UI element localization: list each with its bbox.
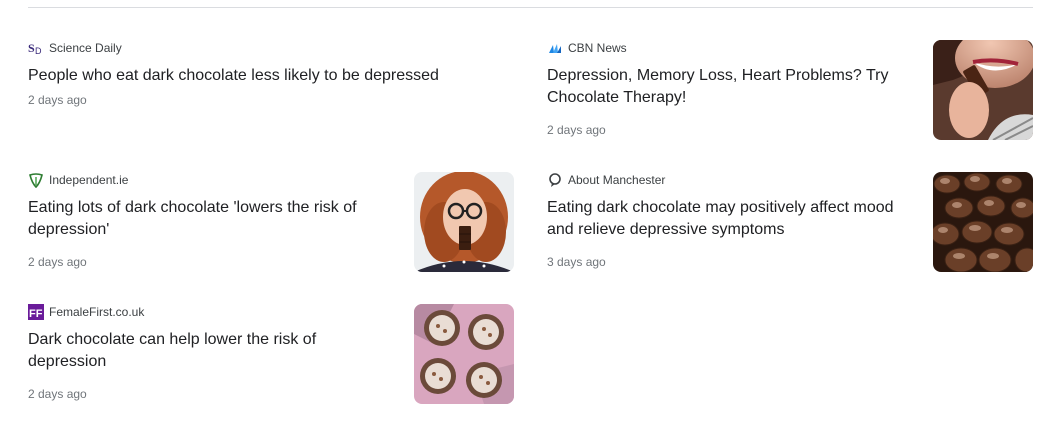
- article-thumbnail[interactable]: [933, 172, 1033, 272]
- red-haired-woman-with-chocolate-photo: [414, 172, 514, 272]
- source-name: FemaleFirst.co.uk: [49, 305, 145, 319]
- news-article-card[interactable]: SD Science Daily People who eat dark cho…: [28, 40, 498, 108]
- article-source: CBN News: [547, 40, 907, 56]
- source-name: Independent.ie: [49, 173, 129, 187]
- source-name: Science Daily: [49, 41, 122, 55]
- article-headline[interactable]: Eating dark chocolate may positively aff…: [547, 197, 917, 241]
- article-timestamp: 2 days ago: [547, 123, 606, 137]
- svg-text:FF: FF: [29, 308, 43, 320]
- article-thumbnail[interactable]: [414, 172, 514, 272]
- news-article-card[interactable]: About Manchester Eating dark chocolate m…: [547, 172, 917, 270]
- article-headline[interactable]: People who eat dark chocolate less likel…: [28, 65, 498, 87]
- svg-text:S: S: [28, 41, 35, 55]
- article-source: SD Science Daily: [28, 40, 498, 56]
- news-article-card[interactable]: FF FemaleFirst.co.uk Dark chocolate can …: [28, 304, 388, 402]
- news-article-card[interactable]: CBN News Depression, Memory Loss, Heart …: [547, 40, 907, 138]
- article-timestamp: 2 days ago: [28, 255, 87, 269]
- femalefirst-logo-icon: FF: [28, 304, 44, 320]
- chocolate-truffles-photo: [933, 172, 1033, 272]
- article-headline[interactable]: Depression, Memory Loss, Heart Problems?…: [547, 65, 907, 109]
- cbn-news-logo-icon: [547, 40, 563, 56]
- news-article-card[interactable]: Independent.ie Eating lots of dark choco…: [28, 172, 388, 270]
- woman-eating-chocolate-photo: [933, 40, 1033, 140]
- article-source: About Manchester: [547, 172, 917, 188]
- independent-logo-icon: [28, 172, 44, 188]
- top-divider: [28, 7, 1033, 8]
- svg-text:D: D: [35, 46, 42, 56]
- chocolate-desserts-photo: [414, 304, 514, 404]
- article-headline[interactable]: Dark chocolate can help lower the risk o…: [28, 329, 388, 373]
- source-name: About Manchester: [568, 173, 666, 187]
- article-source: FF FemaleFirst.co.uk: [28, 304, 388, 320]
- location-pin-icon: [547, 172, 563, 188]
- article-thumbnail[interactable]: [933, 40, 1033, 140]
- science-daily-logo-icon: SD: [28, 40, 44, 56]
- article-headline[interactable]: Eating lots of dark chocolate 'lowers th…: [28, 197, 388, 241]
- article-thumbnail[interactable]: [414, 304, 514, 404]
- article-timestamp: 2 days ago: [28, 93, 87, 107]
- source-name: CBN News: [568, 41, 627, 55]
- article-timestamp: 3 days ago: [547, 255, 606, 269]
- article-source: Independent.ie: [28, 172, 388, 188]
- article-timestamp: 2 days ago: [28, 387, 87, 401]
